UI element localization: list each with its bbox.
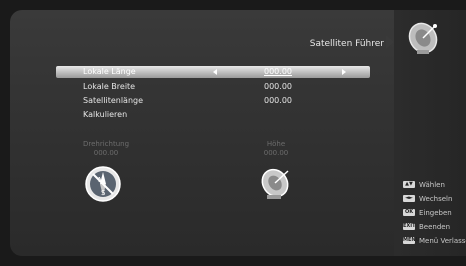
arrow-right-icon[interactable]	[342, 69, 346, 75]
legend-label: Wechseln	[419, 195, 453, 203]
row-label: Satellitenlänge	[83, 96, 144, 105]
legend-item-enter: OK Eingeben	[403, 208, 466, 219]
form-row-satellite-longitude[interactable]: Satellitenlänge 000.00	[56, 95, 370, 107]
elevation-label: Höhe	[266, 140, 286, 148]
legend-label: Wählen	[419, 181, 445, 189]
elevation-value: 000.00	[263, 149, 289, 157]
satellite-dish-icon	[261, 168, 289, 199]
arrow-left-icon[interactable]	[213, 69, 217, 75]
updown-key-icon: ▲▼	[403, 181, 415, 188]
form-row-local-longitude[interactable]: Lokale Länge 000.00	[56, 66, 370, 78]
svg-text:S: S	[101, 189, 106, 197]
legend-label: Eingeben	[419, 209, 452, 217]
legend-label: Beenden	[419, 223, 451, 231]
header-pointer	[386, 35, 394, 49]
direction-label: Drehrichtung	[82, 140, 130, 148]
row-label: Lokale Breite	[83, 82, 136, 91]
direction-value: 000.00	[93, 149, 119, 157]
ok-key-icon: OK	[403, 209, 415, 216]
row-value[interactable]: 000.00	[264, 66, 292, 78]
stb-screen: Satelliten Führer Lokale Länge 000.00 Lo…	[0, 0, 466, 266]
exit-key-icon: EXIT	[403, 223, 416, 230]
svg-text:N: N	[98, 176, 103, 184]
legend-item-switch: ◄► Wechseln	[403, 194, 466, 205]
menu-key-icon: MENU	[403, 237, 420, 244]
leftright-key-icon: ◄►	[403, 195, 415, 202]
row-value[interactable]: 000.00	[264, 81, 292, 93]
legend-item-menu-leave: MENU Menü Verlassen	[403, 236, 466, 247]
compass-icon: N S	[85, 166, 121, 202]
row-label: Lokale Länge	[83, 67, 136, 76]
legend-item-exit: EXIT Beenden	[403, 222, 466, 233]
form-row-calculate[interactable]: Kalkulieren	[56, 109, 370, 121]
legend-label: Menü Verlassen	[419, 237, 466, 245]
form-row-local-latitude[interactable]: Lokale Breite 000.00	[56, 81, 370, 93]
row-label: Kalkulieren	[83, 110, 128, 119]
page-title: Satelliten Führer	[309, 39, 384, 49]
satellite-dish-icon	[408, 22, 438, 54]
legend-item-select: ▲▼ Wählen	[403, 180, 466, 191]
row-value[interactable]: 000.00	[264, 95, 292, 107]
